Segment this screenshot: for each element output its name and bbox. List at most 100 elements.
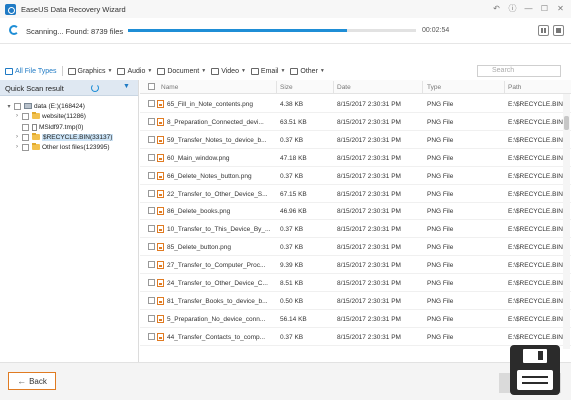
folder-icon [32, 111, 40, 119]
file-list-scrollbar[interactable] [563, 94, 570, 349]
table-row[interactable]: 86_Delete_books.png 46.96 KB 8/15/2017 2:3… [140, 202, 571, 221]
quick-scan-header[interactable]: Quick Scan result ▼ [0, 80, 138, 96]
row-checkbox[interactable] [148, 100, 155, 107]
png-file-icon [157, 153, 164, 162]
table-row[interactable]: 10_Transfer_to_This_Device_By_... 0.37 KB… [140, 220, 571, 239]
table-row[interactable]: 27_Transfer_to_Computer_Proc... 9.39 KB 8/… [140, 256, 571, 275]
pause-icon[interactable] [538, 25, 549, 36]
table-row[interactable]: 60_Main_window.png 47.18 KB 8/15/2017 2:30… [140, 149, 571, 167]
tree-node[interactable]: › Other lost files(123995) [14, 142, 110, 152]
table-row[interactable]: 85_Delete_button.png 0.37 KB 8/15/2017 2:3… [140, 238, 571, 257]
png-file-icon [157, 171, 164, 180]
tree-node[interactable]: › website(11286) [14, 111, 86, 121]
tree-checkbox[interactable] [22, 112, 29, 120]
png-file-icon [157, 261, 164, 270]
file-date: 8/15/2017 2:30:31 PM [337, 297, 401, 305]
row-checkbox[interactable] [148, 296, 155, 304]
table-row[interactable]: 65_Fill_in_Note_contents.png 4.38 KB 8/15/… [140, 95, 571, 113]
file-type-all-file-types[interactable]: All File Types [5, 67, 57, 75]
row-checkbox[interactable] [148, 117, 155, 125]
file-type: PNG File [427, 315, 454, 323]
column-header-name[interactable]: Name [161, 84, 178, 91]
file-name: 24_Transfer_to_Other_Device_C... [167, 280, 268, 287]
tree-node[interactable]: MSldf97.tmp(0) [14, 122, 83, 132]
table-row[interactable]: 8_Preparation_Connected_devi... 63.51 KB 8… [140, 113, 571, 131]
refresh-icon[interactable] [91, 84, 99, 92]
scrollbar-thumb[interactable] [564, 116, 569, 130]
tree-checkbox[interactable] [22, 133, 29, 141]
row-checkbox[interactable] [148, 225, 155, 233]
row-checkbox[interactable] [148, 171, 155, 179]
file-date: 8/15/2017 2:30:31 PM [337, 190, 401, 198]
file-type: PNG File [427, 172, 454, 180]
file-type-document[interactable]: Document ▼ [157, 67, 206, 75]
file-path: E:\$RECYCLE.BIN [508, 172, 563, 180]
maximize-icon[interactable]: ☐ [538, 2, 551, 15]
column-header-path[interactable]: Path [508, 84, 521, 91]
file-size: 0.37 KB [280, 136, 304, 144]
file-name: 27_Transfer_to_Computer_Proc... [167, 262, 266, 270]
window-controls: ↶ ⓘ — ☐ ✕ [490, 2, 567, 15]
stop-icon[interactable] [553, 25, 564, 36]
select-all-checkbox[interactable] [148, 83, 155, 90]
undo-icon[interactable]: ↶ [490, 2, 503, 15]
expand-chevron-icon[interactable]: ▾ [6, 103, 12, 110]
close-icon[interactable]: ✕ [554, 2, 567, 15]
tree-node[interactable]: ▾ data (E:)(168424) [6, 101, 85, 111]
file-type-other[interactable]: Other ▼ [290, 67, 325, 75]
expand-chevron-icon[interactable]: › [14, 134, 20, 140]
table-row[interactable]: 22_Transfer_to_Other_Device_S... 67.15 KB… [140, 185, 571, 203]
row-checkbox[interactable] [148, 314, 155, 322]
quick-scan-panel: Quick Scan result ▼ ▾ data (E:)(168424) › w… [0, 80, 139, 362]
file-type-graphics[interactable]: Graphics ▼ [67, 67, 113, 75]
column-header-size[interactable]: Size [280, 84, 293, 91]
file-path: E:\$RECYCLE.BIN [508, 244, 563, 252]
row-checkbox[interactable] [148, 243, 155, 251]
minimize-icon[interactable]: — [522, 2, 535, 15]
row-checkbox[interactable] [148, 153, 155, 161]
tree-node[interactable]: › $RECYCLE.BIN(33137) [14, 132, 114, 142]
table-row[interactable]: 44_Transfer_Contacts_to_comp... 0.37 KB 8/… [140, 328, 571, 346]
graphics-icon [67, 67, 76, 75]
png-file-icon [157, 207, 164, 216]
dropdown-caret-icon: ▼ [107, 68, 113, 74]
file-size: 4.38 KB [280, 101, 304, 108]
table-row[interactable]: 66_Delete_Notes_button.png 0.37 KB 8/15/20… [140, 167, 571, 185]
elapsed-time: 00:02:54 [422, 27, 450, 34]
expand-chevron-icon[interactable]: › [14, 144, 20, 150]
video-icon [211, 67, 220, 75]
table-row[interactable]: 59_Transfer_Notes_to_device_b... 0.37 KB 8… [140, 131, 571, 149]
file-type-label: Email [260, 67, 279, 75]
info-icon[interactable]: ⓘ [506, 2, 519, 15]
table-row[interactable]: 5_Preparation_No_device_conn... 56.14 KB 8… [140, 310, 571, 328]
collapse-chevron-icon[interactable]: ▼ [123, 83, 130, 90]
row-checkbox[interactable] [148, 207, 155, 215]
all-types-icon [5, 67, 13, 75]
file-size: 0.37 KB [280, 333, 304, 341]
expand-chevron-icon[interactable]: › [14, 113, 20, 119]
table-row[interactable]: 24_Transfer_to_Other_Device_C... 8.51 KB 8… [140, 274, 571, 292]
tree-checkbox[interactable] [22, 143, 29, 151]
tree-checkbox[interactable] [14, 102, 21, 110]
row-checkbox[interactable] [148, 261, 155, 269]
search-input[interactable]: Search [477, 65, 561, 77]
file-date: 8/15/2017 2:30:31 PM [337, 244, 401, 252]
column-header-date[interactable]: Date [337, 84, 351, 91]
row-checkbox[interactable] [148, 135, 155, 143]
file-size: 9.39 KB [280, 262, 304, 270]
tree-node-label: data (E:)(168424) [34, 102, 85, 110]
file-size: 67.15 KB [280, 190, 307, 198]
row-checkbox[interactable] [148, 279, 155, 286]
table-row[interactable]: 81_Transfer_Books_to_device_b... 0.50 KB 8… [140, 292, 571, 310]
file-date: 8/15/2017 2:30:31 PM [337, 118, 401, 126]
file-type-video[interactable]: Video ▼ [211, 67, 246, 75]
row-checkbox[interactable] [148, 332, 155, 340]
file-type-email[interactable]: Email ▼ [250, 67, 285, 75]
tree-checkbox[interactable] [22, 123, 29, 131]
file-type-audio[interactable]: Audio ▼ [117, 67, 152, 75]
back-button[interactable]: ← Back [8, 372, 56, 390]
file-name: 66_Delete_Notes_button.png [167, 172, 252, 180]
file-path: E:\$RECYCLE.BIN [508, 118, 563, 126]
column-header-type[interactable]: Type [427, 84, 441, 91]
row-checkbox[interactable] [148, 189, 155, 197]
